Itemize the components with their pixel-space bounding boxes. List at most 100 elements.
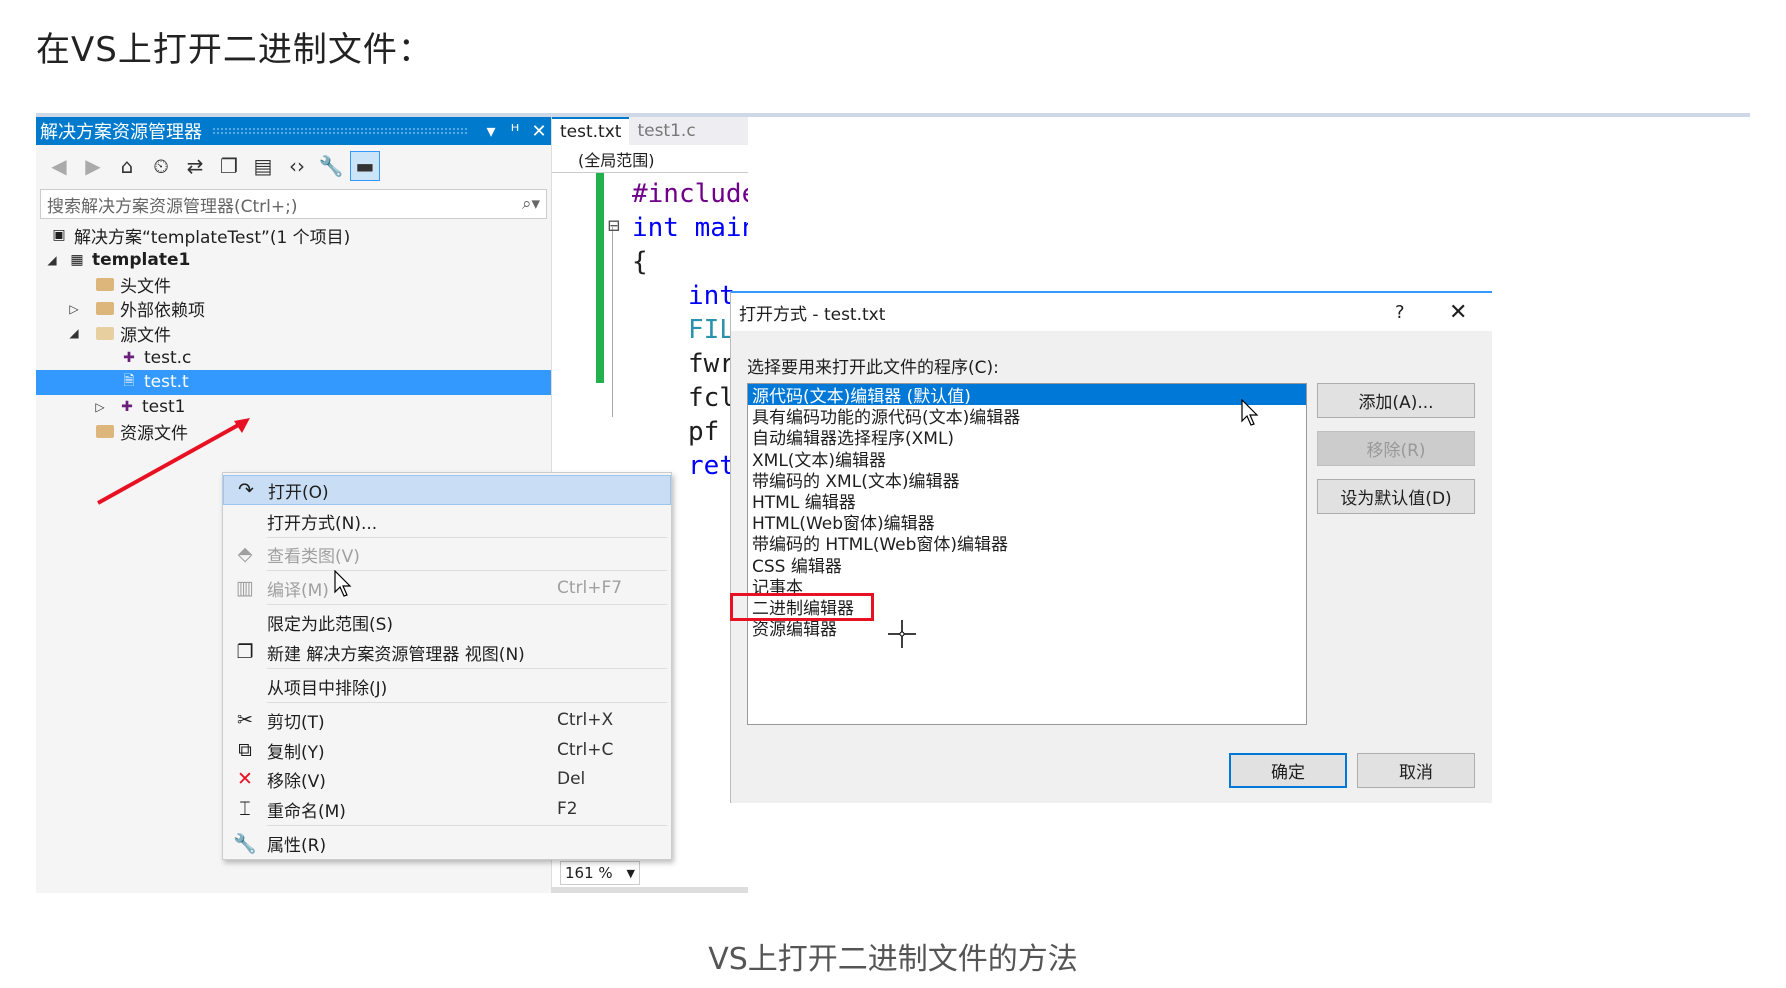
- expanded-arrow-icon[interactable]: ◢: [44, 253, 60, 267]
- close-icon[interactable]: ✕: [527, 121, 551, 142]
- tree-item-solution[interactable]: ▣ 解决方案“templateTest”(1 个项目): [36, 223, 551, 248]
- sync-icon[interactable]: ⇄: [180, 151, 210, 181]
- pending-changes-icon[interactable]: ⏲: [146, 151, 176, 181]
- program-listbox[interactable]: 源代码(文本)编辑器 (默认值) 具有编码功能的源代码(文本)编辑器 自动编辑器…: [747, 383, 1307, 725]
- collapse-icon[interactable]: ⊟: [608, 213, 620, 237]
- tree-item-header-files[interactable]: 头文件: [36, 272, 551, 297]
- program-item[interactable]: 源代码(文本)编辑器 (默认值): [748, 384, 1306, 407]
- home-icon[interactable]: ⌂: [112, 151, 142, 181]
- menu-item-exclude-from-project[interactable]: 从项目中排除(J): [223, 671, 671, 701]
- collapse-all-icon[interactable]: ❐: [214, 151, 244, 181]
- rename-icon: ⌶: [239, 798, 251, 820]
- open-folder-icon: [94, 324, 116, 342]
- program-item[interactable]: HTML 编辑器: [748, 490, 1306, 513]
- menu-item-view-class-diagram[interactable]: ⬘ 查看类图(V): [223, 539, 671, 569]
- solution-tree: ▣ 解决方案“templateTest”(1 个项目) ◢ ▦ template…: [36, 223, 551, 444]
- menu-item-label: 打开方式(N)...: [267, 513, 378, 534]
- chevron-down-icon: ▼: [626, 866, 635, 880]
- ok-button[interactable]: 确定: [1229, 753, 1347, 788]
- tree-item-test-txt[interactable]: 🗎 test.t: [36, 370, 551, 395]
- add-button[interactable]: 添加(A)...: [1317, 383, 1475, 418]
- screenshot-figure: 解决方案资源管理器 ▾ ᵸ ✕ ◀ ▶ ⌂ ⏲ ⇄ ❐ ▤ ‹› 🔧 ▬ 搜索解…: [36, 113, 1750, 923]
- tree-item-label: test1: [142, 396, 186, 417]
- menu-item-label: 打开(O): [268, 482, 329, 503]
- menu-item-remove[interactable]: ✕ 移除(V) Del: [223, 764, 671, 794]
- menu-item-shortcut: Ctrl+X: [557, 710, 614, 730]
- program-item[interactable]: XML(文本)编辑器: [748, 448, 1306, 471]
- menu-item-label: 剪切(T): [267, 712, 325, 733]
- set-default-button[interactable]: 设为默认值(D): [1317, 479, 1475, 514]
- program-item[interactable]: HTML(Web窗体)编辑器: [748, 511, 1306, 534]
- scope-dropdown[interactable]: (全局范围): [552, 145, 748, 173]
- menu-separator: [267, 604, 667, 605]
- collapsed-arrow-icon[interactable]: ▷: [66, 302, 82, 316]
- titlebar-grip: [212, 127, 469, 135]
- menu-item-cut[interactable]: ✂ 剪切(T) Ctrl+X: [223, 705, 671, 735]
- tree-item-test1[interactable]: ▷ ✚ test1: [36, 395, 551, 420]
- editor-tabs: test.txt test1.c: [552, 117, 748, 145]
- remove-button[interactable]: 移除(R): [1317, 431, 1475, 466]
- external-deps-icon: [94, 300, 116, 318]
- dropdown-icon[interactable]: ▾: [479, 121, 503, 142]
- menu-item-open-with[interactable]: 打开方式(N)...: [223, 506, 671, 536]
- expanded-arrow-icon[interactable]: ◢: [66, 326, 82, 340]
- menu-separator: [267, 570, 667, 571]
- menu-item-rename[interactable]: ⌶ 重命名(M) F2: [223, 794, 671, 824]
- tab-test-txt[interactable]: test.txt: [552, 117, 630, 145]
- cancel-button[interactable]: 取消: [1357, 753, 1475, 788]
- dialog-prompt: 选择要用来打开此文件的程序(C):: [747, 358, 999, 378]
- menu-item-shortcut: F2: [557, 799, 578, 819]
- tree-item-label: 头文件: [120, 276, 171, 297]
- menu-item-label: 重命名(M): [267, 801, 346, 822]
- code-view-icon[interactable]: ‹›: [282, 151, 312, 181]
- back-icon[interactable]: ◀: [44, 151, 74, 181]
- menu-item-open[interactable]: ↷ 打开(O): [223, 475, 671, 505]
- tree-item-label: 外部依赖项: [120, 301, 205, 322]
- solution-icon: ▣: [52, 227, 66, 244]
- context-menu: ↷ 打开(O) 打开方式(N)... ⬘ 查看类图(V) ▥ 编译(M) Ctr…: [222, 472, 672, 860]
- menu-separator: [267, 537, 667, 538]
- horizontal-scrollbar[interactable]: [552, 887, 748, 893]
- menu-item-scope-to-this[interactable]: 限定为此范围(S): [223, 607, 671, 637]
- menu-item-compile[interactable]: ▥ 编译(M) Ctrl+F7: [223, 573, 671, 603]
- program-item[interactable]: 带编码的 XML(文本)编辑器: [748, 469, 1306, 492]
- change-margin: [596, 173, 604, 383]
- menu-item-new-explorer-view[interactable]: ❐ 新建 解决方案资源管理器 视图(N): [223, 637, 671, 667]
- tree-item-source-files[interactable]: ◢ 源文件: [36, 321, 551, 346]
- menu-item-shortcut: Ctrl+C: [557, 740, 614, 760]
- menu-item-copy[interactable]: ⧉ 复制(Y) Ctrl+C: [223, 735, 671, 765]
- menu-item-properties[interactable]: 🔧 属性(R): [223, 828, 671, 858]
- properties-wrench-icon[interactable]: 🔧: [316, 151, 346, 181]
- tree-item-test-c[interactable]: ✚ test.c: [36, 346, 551, 371]
- tree-item-project[interactable]: ◢ ▦ template1: [36, 248, 551, 273]
- program-item[interactable]: 具有编码功能的源代码(文本)编辑器: [748, 405, 1306, 428]
- remove-x-icon: ✕: [237, 768, 253, 790]
- code-line: {: [632, 247, 648, 277]
- help-icon[interactable]: ?: [1395, 302, 1405, 323]
- tree-item-external-deps[interactable]: ▷ 外部依赖项: [36, 297, 551, 322]
- class-diagram-icon: ⬘: [237, 543, 253, 565]
- cpp-file-icon: ✚: [121, 398, 133, 415]
- menu-item-label: 查看类图(V): [267, 546, 360, 567]
- show-all-files-icon[interactable]: ▤: [248, 151, 278, 181]
- forward-icon[interactable]: ▶: [78, 151, 108, 181]
- tree-item-resource-files[interactable]: 资源文件: [36, 419, 551, 444]
- solution-explorer-title: 解决方案资源管理器: [40, 122, 202, 143]
- code-line: #include: [632, 179, 748, 209]
- text-file-icon: 🗎: [123, 373, 135, 390]
- mouse-cursor-icon: [334, 570, 352, 597]
- collapsed-arrow-icon[interactable]: ▷: [92, 400, 108, 414]
- program-item[interactable]: 带编码的 HTML(Web窗体)编辑器: [748, 532, 1306, 555]
- program-item[interactable]: 自动编辑器选择程序(XML): [748, 426, 1306, 449]
- zoom-dropdown[interactable]: 161 % ▼: [560, 861, 640, 885]
- preview-selected-icon[interactable]: ▬: [350, 151, 380, 181]
- tab-test1-c[interactable]: test1.c: [629, 117, 703, 145]
- pin-icon[interactable]: ᵸ: [503, 121, 527, 142]
- mouse-cursor-icon: [1241, 399, 1259, 426]
- close-icon[interactable]: ✕: [1449, 300, 1467, 325]
- zoom-value: 161 %: [565, 864, 613, 882]
- program-item[interactable]: CSS 编辑器: [748, 554, 1306, 577]
- solution-explorer-search-input[interactable]: 搜索解决方案资源管理器(Ctrl+;) ⌕▾: [40, 189, 547, 219]
- tree-item-label: 解决方案“templateTest”(1 个项目): [74, 227, 351, 248]
- search-icon[interactable]: ⌕▾: [522, 194, 540, 214]
